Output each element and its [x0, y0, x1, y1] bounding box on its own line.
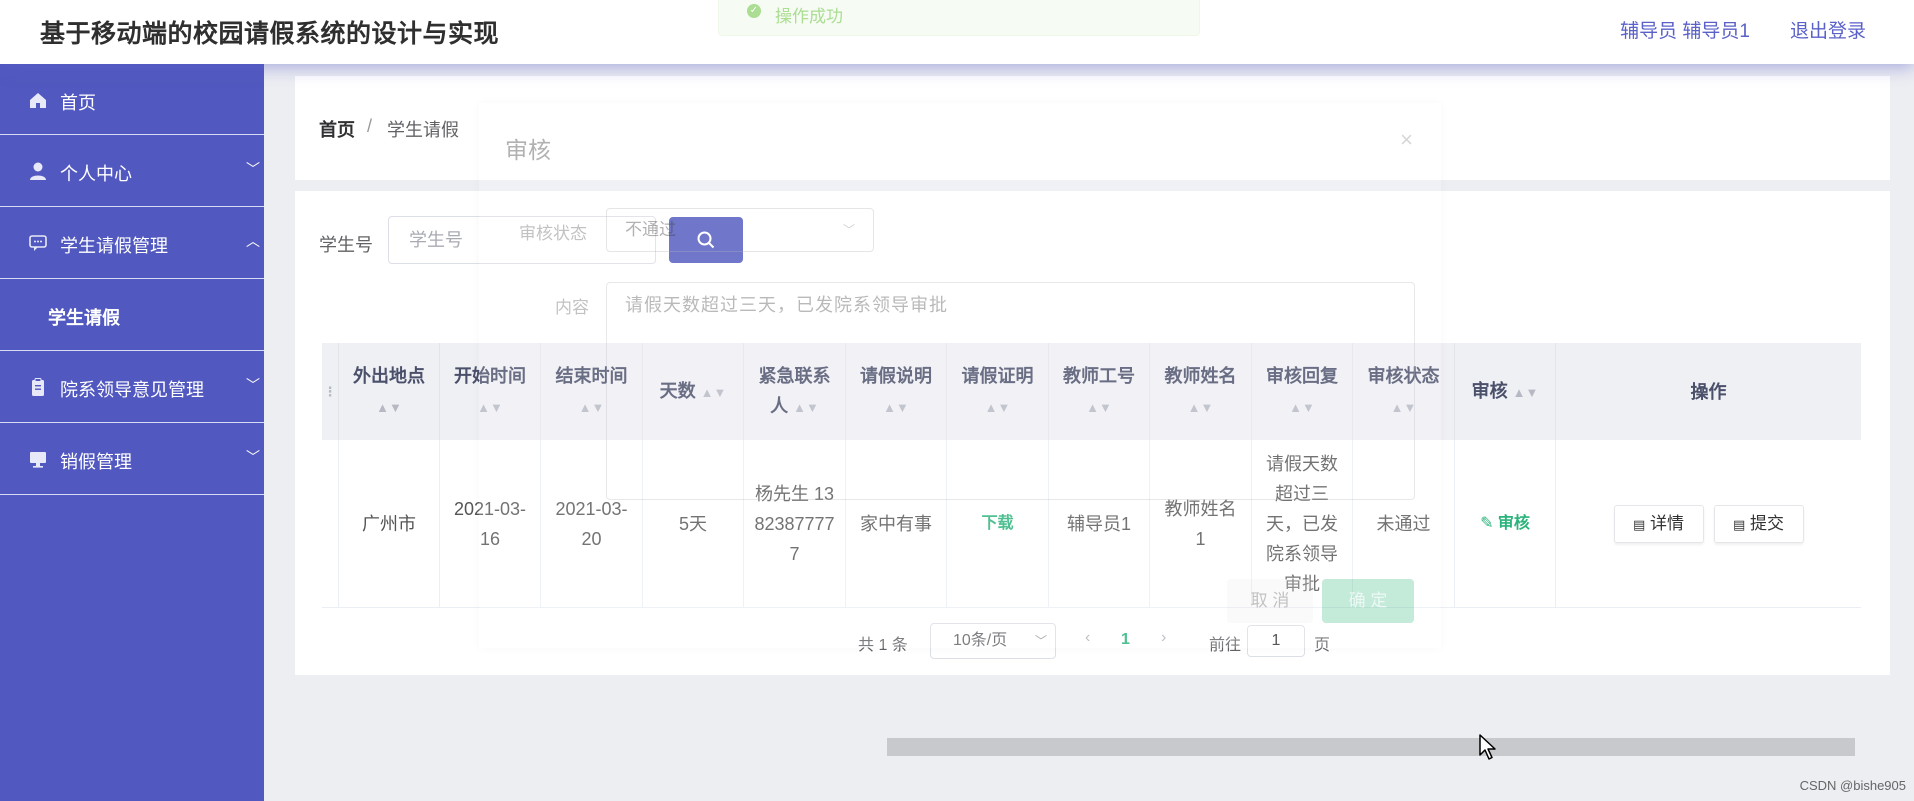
chat-icon: [29, 235, 47, 251]
document-icon: ▤: [1632, 516, 1646, 532]
edit-icon: ✎: [1480, 514, 1494, 532]
column-header-actions: 操作: [1690, 381, 1727, 402]
app-title: 基于移动端的校园请假系统的设计与实现: [40, 20, 500, 48]
sidebar-item-dept-opinion[interactable]: 院系领导意见管理 ﹀: [0, 351, 264, 423]
chevron-down-icon: ﹀: [246, 449, 260, 465]
table-cell-location: 广州市: [339, 440, 440, 607]
monitor-icon: [30, 452, 46, 468]
horizontal-scrollbar[interactable]: [887, 738, 1855, 756]
confirm-button[interactable]: 确 定: [1322, 579, 1414, 623]
close-icon[interactable]: ×: [1400, 127, 1413, 153]
success-toast: ✓ 操作成功: [718, 0, 1200, 36]
review-dialog: 审核 × 审核状态 不通过 ﹀ 内容 请假天数超过三天，已发院系领导审批 取 消 …: [479, 103, 1441, 648]
sidebar-item-label: 销假管理: [60, 452, 132, 472]
current-user: 辅导员 辅导员1: [1620, 21, 1750, 42]
success-icon: ✓: [747, 4, 761, 18]
breadcrumb-separator: /: [367, 116, 373, 136]
sidebar-item-label: 院系领导意见管理: [60, 380, 204, 400]
column-header-partial: ⋮: [322, 343, 339, 440]
content-label: 内容: [555, 298, 589, 317]
sidebar-subitem-label: 学生请假: [48, 308, 120, 328]
table-cell-partial: [322, 440, 339, 607]
details-button[interactable]: ▤ 详情: [1613, 504, 1704, 543]
search-label: 学生号: [319, 235, 373, 255]
sidebar-item-cancel-leave[interactable]: 销假管理 ﹀: [0, 423, 264, 495]
column-header-review[interactable]: 审核 ▲▼: [1455, 343, 1556, 440]
sidebar-item-label: 首页: [60, 93, 96, 113]
home-icon: [30, 93, 46, 108]
chevron-down-icon: ﹀: [246, 377, 260, 393]
breadcrumb-current: 学生请假: [387, 120, 459, 140]
chevron-down-icon: ﹀: [842, 223, 855, 237]
sidebar: 首页 个人中心 ﹀ 学生请假管理 ︿ 学生请假 院系领导意见管理 ﹀ 销假管理 …: [0, 64, 264, 801]
logout-link[interactable]: 退出登录: [1790, 16, 1866, 43]
toast-message: 操作成功: [775, 7, 843, 26]
sidebar-item-label: 学生请假管理: [60, 236, 168, 256]
table-cell-review: ✎ 审核: [1455, 440, 1556, 607]
sidebar-item-leave-management[interactable]: 学生请假管理 ︿: [0, 207, 264, 279]
sidebar-item-profile[interactable]: 个人中心 ﹀: [0, 135, 264, 207]
chevron-up-icon: ︿: [246, 233, 260, 249]
table-cell-actions: ▤ 详情 ▤ 提交: [1556, 440, 1861, 607]
review-status-select[interactable]: 不通过 ﹀: [606, 208, 874, 252]
mouse-cursor-icon: [1479, 734, 1496, 760]
sidebar-subitem-student-leave[interactable]: 学生请假: [0, 279, 264, 351]
review-content-textarea[interactable]: 请假天数超过三天，已发院系领导审批: [606, 282, 1415, 500]
clipboard-icon: [32, 378, 44, 396]
column-header-location[interactable]: 外出地点 ▲▼: [339, 343, 440, 440]
chevron-down-icon: ﹀: [246, 161, 260, 177]
submit-button[interactable]: ▤ 提交: [1713, 504, 1804, 543]
review-status-label: 审核状态: [519, 224, 587, 243]
breadcrumb-home[interactable]: 首页: [319, 116, 355, 142]
cancel-button[interactable]: 取 消: [1227, 579, 1313, 623]
document-icon: ▤: [1732, 516, 1746, 532]
watermark: CSDN @bishe905: [1799, 778, 1906, 793]
dialog-title: 审核: [505, 137, 551, 163]
sidebar-item-home[interactable]: 首页: [0, 64, 264, 135]
sidebar-item-label: 个人中心: [60, 164, 132, 184]
user-icon: [30, 162, 46, 180]
review-button[interactable]: ✎ 审核: [1480, 509, 1530, 539]
